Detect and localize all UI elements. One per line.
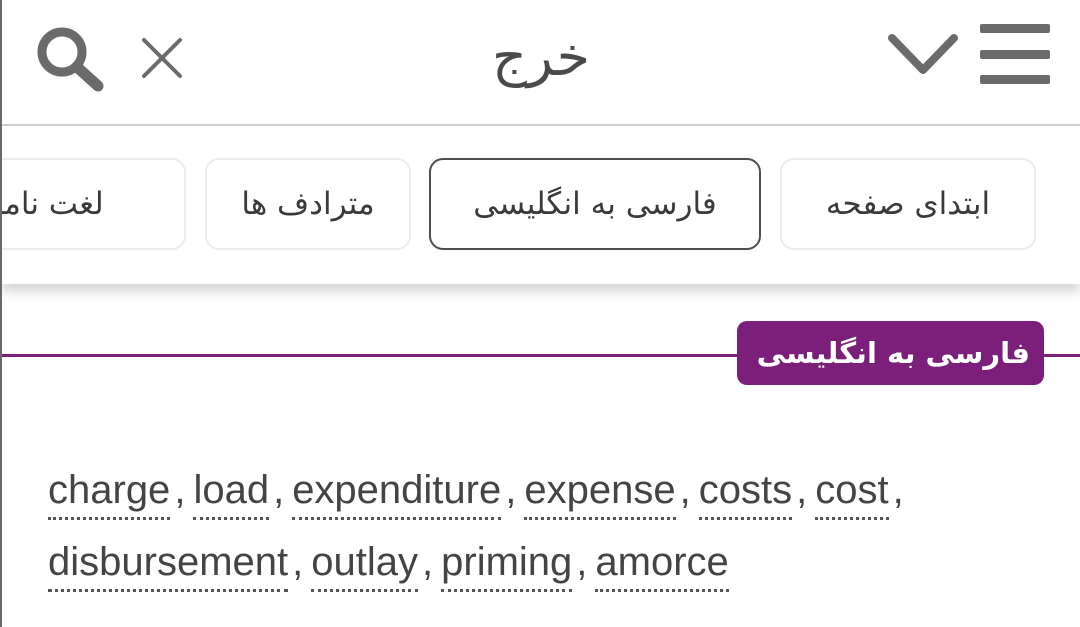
tab-strip: ابتدای صفحه فارسی به انگلیسی مترادف ها ل… [2, 126, 1080, 284]
chevron-down-icon[interactable] [886, 28, 960, 80]
app-header: خرج [2, 0, 1080, 126]
translation-link[interactable]: expense [524, 463, 676, 520]
translation-link[interactable]: amorce [595, 535, 729, 592]
separator: , [505, 468, 517, 512]
separator: , [422, 540, 434, 584]
tab-synonyms[interactable]: مترادف ها [205, 158, 411, 250]
tab-dictionary[interactable]: لغت نامه د [2, 158, 186, 250]
translation-link[interactable]: expenditure [292, 463, 502, 520]
tab-persian-to-english[interactable]: فارسی به انگلیسی [429, 158, 761, 250]
tab-home[interactable]: ابتدای صفحه [780, 158, 1036, 250]
translation-link[interactable]: outlay [311, 535, 418, 592]
translation-link[interactable]: cost [815, 463, 889, 520]
translation-list: charge, load, expenditure, expense, costs, co… [48, 454, 1048, 598]
separator: , [679, 468, 691, 512]
translation-link[interactable]: costs [698, 463, 793, 520]
menu-icon[interactable] [978, 22, 1052, 86]
translation-link[interactable]: load [193, 463, 270, 520]
separator: , [292, 540, 304, 584]
separator: , [273, 468, 285, 512]
separator: , [796, 468, 808, 512]
separator: , [174, 468, 186, 512]
translation-link[interactable]: charge [48, 463, 171, 520]
separator: , [576, 540, 588, 584]
page: خرج ابتدای صفحه فارسی به انگلیسی مترادف … [0, 0, 1080, 627]
separator: , [892, 468, 904, 512]
section-title-badge: فارسی به انگلیسی [736, 321, 1044, 385]
translation-link[interactable]: priming [441, 535, 573, 592]
translation-link[interactable]: disbursement [48, 535, 289, 592]
